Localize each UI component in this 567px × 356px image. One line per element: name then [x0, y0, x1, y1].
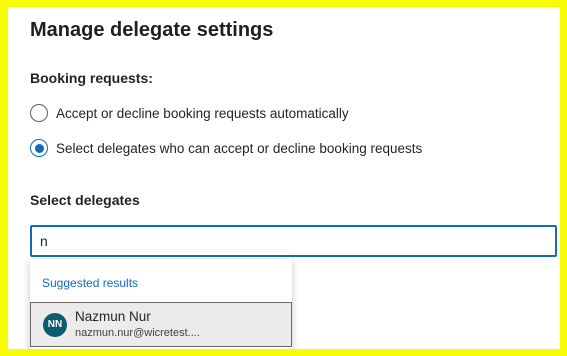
person-details: Nazmun Nur nazmun.nur@wicretest....: [75, 308, 200, 341]
radio-button-unchecked[interactable]: [30, 104, 48, 122]
delegate-search-input[interactable]: [30, 225, 557, 257]
person-email: nazmun.nur@wicretest....: [75, 327, 200, 339]
suggested-results-dropdown: Suggested results NN Nazmun Nur nazmun.n…: [30, 259, 292, 349]
radio-label: Select delegates who can accept or decli…: [56, 140, 423, 156]
radio-select-delegates[interactable]: Select delegates who can accept or decli…: [30, 139, 422, 157]
radio-label: Accept or decline booking requests autom…: [56, 105, 349, 121]
radio-button-checked[interactable]: [30, 139, 48, 157]
booking-requests-label: Booking requests:: [30, 70, 153, 86]
delegate-settings-panel: Manage delegate settings Booking request…: [8, 7, 560, 349]
suggestion-item[interactable]: NN Nazmun Nur nazmun.nur@wicretest....: [30, 302, 292, 347]
radio-selected-dot: [34, 143, 44, 153]
page-title: Manage delegate settings: [30, 19, 274, 41]
select-delegates-label: Select delegates: [30, 192, 140, 208]
radio-accept-automatically[interactable]: Accept or decline booking requests autom…: [30, 104, 349, 122]
avatar: NN: [43, 312, 67, 337]
suggested-results-heading: Suggested results: [42, 276, 139, 290]
person-name: Nazmun Nur: [75, 309, 151, 324]
